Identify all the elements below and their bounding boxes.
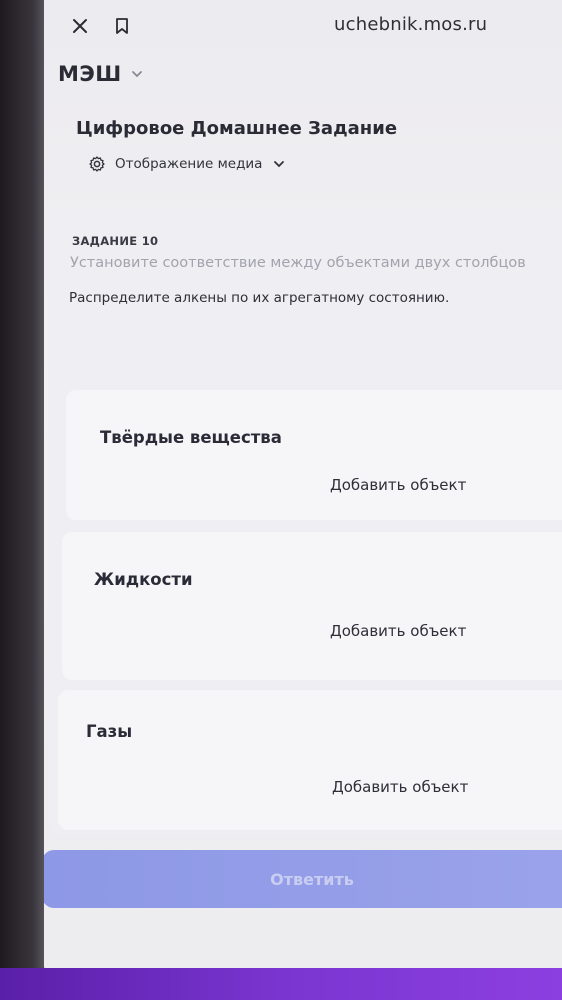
address-bar-url[interactable]: uchebnik.mos.ru [334,14,487,35]
device-bezel [0,0,46,972]
brand-menu[interactable]: МЭШ [58,62,144,86]
group-liquids: Жидкости Добавить объект [62,532,562,680]
add-object-button[interactable]: Добавить объект [330,476,466,494]
task-number: ЗАДАНИЕ 10 [72,234,159,248]
media-display-toggle[interactable]: Отображение медиа [88,155,286,173]
group-title: Твёрдые вещества [100,428,282,447]
add-object-button[interactable]: Добавить объект [332,778,468,796]
submit-button[interactable]: Ответить [44,850,562,908]
task-instruction: Установите соответствие между объектами … [70,255,526,271]
group-title: Жидкости [94,570,193,589]
browser-toolbar: uchebnik.mos.ru [66,0,562,52]
page-title: Цифровое Домашнее Задание [76,118,398,139]
group-title: Газы [86,722,133,741]
group-gases: Газы Добавить объект [58,690,562,830]
close-icon[interactable] [66,12,94,40]
task-question: Распределите алкены по их агрегатному со… [69,290,450,306]
chevron-down-icon [274,161,285,168]
chevron-down-icon [131,71,142,78]
media-toggle-label: Отображение медиа [115,156,263,172]
gear-icon [89,156,105,172]
bottom-bar [0,968,562,1000]
brand-logo: МЭШ [58,62,122,86]
browser-viewport: uchebnik.mos.ru МЭШ Цифровое Домашнее За… [44,0,562,972]
bookmark-icon[interactable] [108,12,136,40]
add-object-button[interactable]: Добавить объект [330,622,466,640]
group-solids: Твёрдые вещества Добавить объект [66,390,562,520]
